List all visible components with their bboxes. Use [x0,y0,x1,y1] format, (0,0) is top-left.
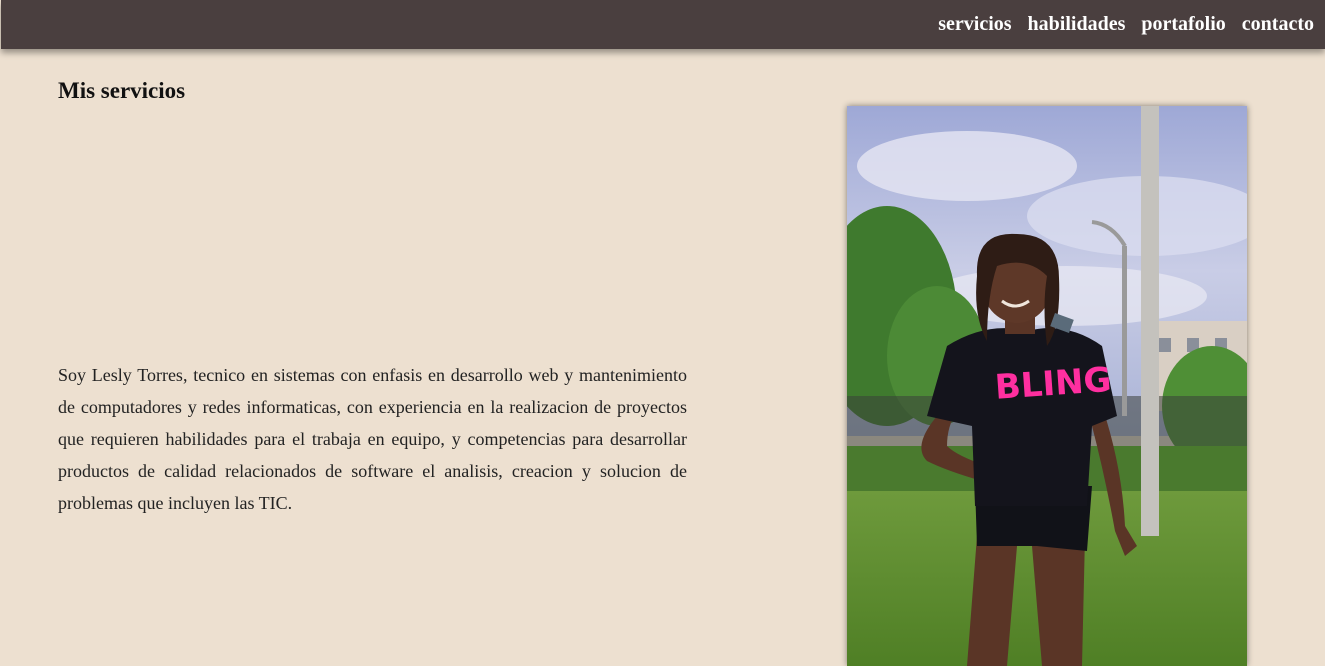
about-paragraph: Soy Lesly Torres, tecnico en sistemas co… [58,365,687,513]
section-title: Mis servicios [58,78,186,103]
shirt-print-text: BLING [994,360,1113,408]
nav-menu: servicios habilidades portafolio contact… [938,12,1314,36]
profile-photo: BLING [847,106,1247,666]
nav-link-habilidades[interactable]: habilidades [1028,12,1126,36]
nav-link-contacto[interactable]: contacto [1242,12,1314,36]
top-navbar: servicios habilidades portafolio contact… [1,0,1325,49]
pole [1141,106,1159,536]
nav-link-servicios[interactable]: servicios [938,12,1011,36]
cloud [857,131,1077,201]
nav-link-portafolio[interactable]: portafolio [1141,12,1225,36]
profile-photo-illustration: BLING [847,106,1247,666]
